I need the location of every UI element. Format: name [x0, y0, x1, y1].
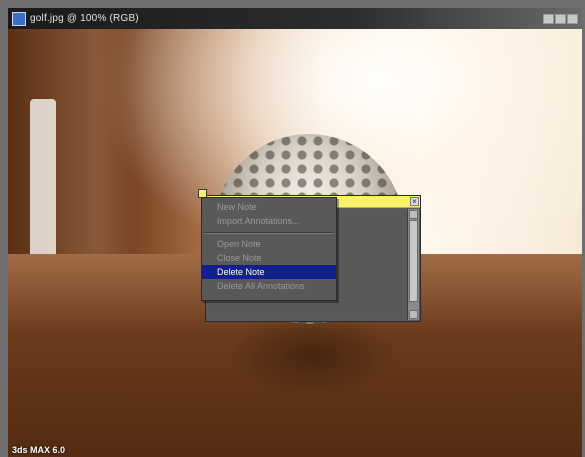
- context-menu: New Note Import Annotations... Open Note…: [201, 197, 337, 301]
- menu-item-close-note[interactable]: Close Note: [202, 251, 336, 265]
- watermark-text: 3ds MAX 6.0: [12, 445, 66, 455]
- close-icon[interactable]: [567, 13, 578, 24]
- image-file-icon: [12, 11, 26, 26]
- note-close-icon[interactable]: ×: [410, 197, 419, 206]
- menu-item-import-annotations[interactable]: Import Annotations...: [202, 214, 336, 228]
- minimize-icon[interactable]: [543, 13, 554, 24]
- document-window: golf.jpg @ 100% (RGB) 3ds MAX 6.0 × New …: [0, 0, 585, 457]
- menu-item-delete-note[interactable]: Delete Note: [202, 265, 336, 279]
- scroll-up-icon[interactable]: [409, 210, 418, 219]
- note-scrollbar[interactable]: [407, 209, 419, 320]
- window-title: golf.jpg @ 100% (RGB): [30, 13, 139, 24]
- window-controls: [543, 13, 578, 24]
- scroll-down-icon[interactable]: [409, 310, 418, 319]
- menu-item-delete-all-annotations[interactable]: Delete All Annotations: [202, 279, 336, 293]
- menu-separator: [204, 232, 334, 234]
- photo-wall-shade: [8, 29, 138, 269]
- menu-item-new-note[interactable]: New Note: [202, 200, 336, 214]
- scroll-thumb[interactable]: [409, 220, 418, 302]
- menu-item-open-note[interactable]: Open Note: [202, 237, 336, 251]
- window-titlebar[interactable]: golf.jpg @ 100% (RGB): [8, 8, 582, 29]
- maximize-icon[interactable]: [555, 13, 566, 24]
